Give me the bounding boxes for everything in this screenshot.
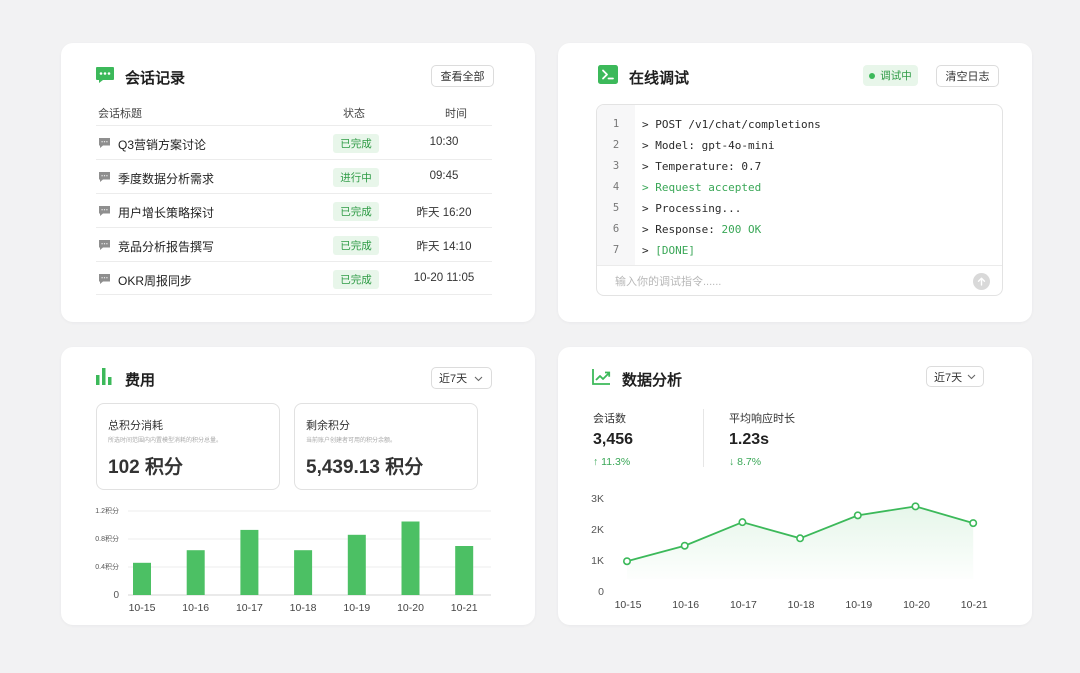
x-tick-label: 10-15 [615, 599, 642, 611]
data-point [969, 519, 978, 528]
y-tick-label: 0 [598, 586, 604, 598]
data-point [622, 557, 631, 566]
x-tick-label: 10-18 [788, 599, 815, 611]
x-tick-label: 10-20 [903, 599, 930, 611]
data-point [796, 534, 805, 543]
x-tick-label: 10-17 [730, 599, 757, 611]
data-point [680, 541, 689, 550]
data-point [853, 511, 862, 520]
y-tick-label: 1K [591, 555, 604, 567]
y-tick-label: 2K [591, 524, 604, 536]
area-fill [627, 506, 974, 579]
data-point [911, 502, 920, 511]
sessions-line-chart: 0 1K 2K 3K 10-15 10-16 10-17 10-18 10-19 10-20 10-… [591, 493, 988, 611]
x-tick-label: 10-21 [961, 599, 988, 611]
data-point [738, 518, 747, 527]
y-tick-label: 3K [591, 493, 604, 505]
x-tick-label: 10-16 [672, 599, 699, 611]
x-tick-label: 10-19 [845, 599, 872, 611]
